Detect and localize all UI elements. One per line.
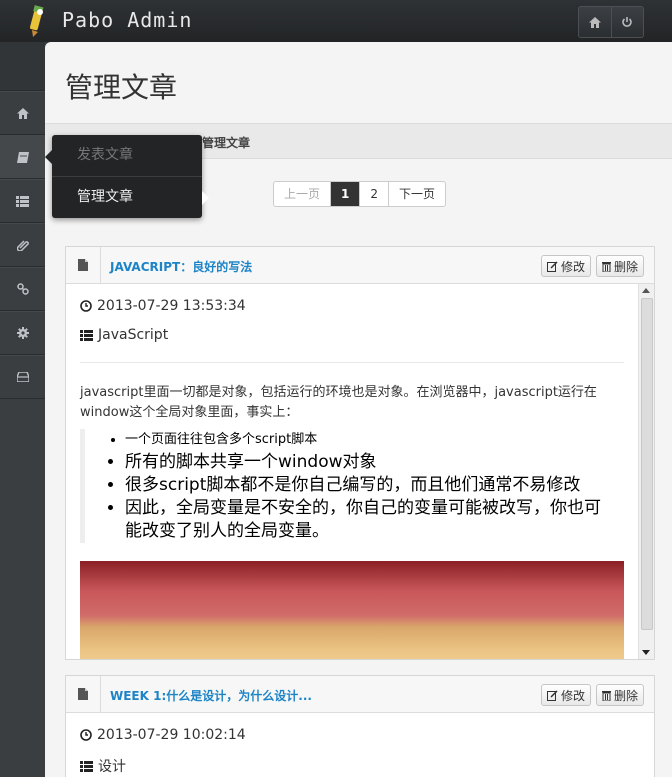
list-item: 很多script脚本都不是你自己编写的，而且他们通常不易修改 bbox=[125, 474, 615, 497]
sidebar-item-attachments[interactable] bbox=[0, 223, 45, 267]
top-button-group bbox=[578, 6, 644, 38]
brand-title: Pabo Admin bbox=[62, 8, 193, 32]
post-title-link[interactable]: JAVACRIPT：良好的写法 bbox=[110, 258, 252, 275]
paperclip-icon bbox=[16, 240, 29, 251]
delete-button[interactable]: 删除 bbox=[595, 684, 644, 706]
list-icon bbox=[80, 329, 93, 341]
sidebar-item-settings[interactable] bbox=[0, 311, 45, 355]
pencil-logo-icon bbox=[29, 5, 44, 37]
articles-flyout-menu: 发表文章 管理文章 bbox=[45, 135, 209, 218]
list-item: 因此，全局变量是不安全的，你自己的变量可能被改写，你也可能改变了别人的全局变量。 bbox=[125, 497, 615, 543]
document-icon bbox=[66, 247, 101, 283]
edit-label: 修改 bbox=[560, 688, 585, 703]
post-body: 2013-07-29 13:53:34 JavaScript javascrip… bbox=[66, 284, 654, 659]
trash-icon bbox=[601, 261, 611, 272]
book-icon bbox=[16, 151, 29, 163]
edit-button[interactable]: 修改 bbox=[540, 255, 591, 277]
post-datetime-text: 2013-07-29 13:53:34 bbox=[97, 298, 246, 314]
link-icon bbox=[16, 283, 29, 295]
delete-label: 删除 bbox=[613, 688, 638, 703]
post-category: 设计 bbox=[80, 756, 640, 776]
divider bbox=[80, 362, 624, 363]
power-icon bbox=[622, 17, 633, 27]
post-category-text: 设计 bbox=[98, 759, 126, 775]
post-category-text: JavaScript bbox=[98, 327, 169, 343]
page-1-button[interactable]: 1 bbox=[330, 182, 360, 206]
menu-active-pointer bbox=[202, 191, 209, 205]
home-icon bbox=[588, 16, 601, 28]
document-icon bbox=[66, 676, 101, 712]
post-card: JAVACRIPT：良好的写法 修改 删除 2013-07-29 13:53:3… bbox=[65, 246, 655, 660]
power-button[interactable] bbox=[610, 7, 644, 37]
post-datetime: 2013-07-29 10:02:14 bbox=[80, 727, 640, 743]
post-image bbox=[80, 561, 624, 659]
edit-button[interactable]: 修改 bbox=[540, 684, 591, 706]
post-card-header: WEEK 1:什么是设计，为什么设计... 修改 删除 bbox=[66, 676, 654, 713]
sidebar-item-home[interactable] bbox=[0, 91, 45, 135]
list-icon bbox=[16, 195, 29, 207]
scroll-thumb[interactable] bbox=[641, 298, 653, 630]
breadcrumb: 管理文章 bbox=[202, 136, 251, 150]
page-title: 管理文章 bbox=[65, 71, 178, 104]
prev-page-button[interactable]: 上一页 bbox=[274, 182, 330, 206]
menu-pointer bbox=[45, 150, 52, 164]
post-paragraph: javascript里面一切都是对象，包括运行的环境也是对象。在浏览器中，jav… bbox=[80, 385, 597, 420]
trash-icon bbox=[601, 690, 611, 701]
sidebar bbox=[0, 42, 45, 777]
sidebar-item-articles[interactable] bbox=[0, 135, 45, 179]
post-blockquote: 一个页面往往包含多个script脚本 所有的脚本共享一个window对象 很多s… bbox=[80, 429, 615, 543]
delete-label: 删除 bbox=[613, 259, 638, 274]
list-icon bbox=[80, 760, 93, 772]
list-item: 一个页面往往包含多个script脚本 bbox=[125, 429, 615, 451]
clock-icon bbox=[80, 729, 92, 741]
post-title-link[interactable]: WEEK 1:什么是设计，为什么设计... bbox=[110, 687, 312, 704]
delete-button[interactable]: 删除 bbox=[595, 255, 644, 277]
post-datetime-text: 2013-07-29 10:02:14 bbox=[97, 727, 246, 743]
edit-label: 修改 bbox=[560, 259, 585, 274]
post-datetime: 2013-07-29 13:53:34 bbox=[80, 298, 640, 314]
next-page-button[interactable]: 下一页 bbox=[388, 182, 445, 206]
menu-item-publish-article[interactable]: 发表文章 bbox=[52, 135, 202, 177]
home-button[interactable] bbox=[579, 7, 611, 37]
post-card-header: JAVACRIPT：良好的写法 修改 删除 bbox=[66, 247, 654, 284]
pagination: 上一页 1 2 下一页 bbox=[273, 181, 447, 207]
scroll-down-arrow[interactable] bbox=[642, 650, 650, 655]
inbox-icon bbox=[16, 372, 29, 382]
top-bar: Pabo Admin bbox=[0, 0, 672, 42]
gear-icon bbox=[16, 327, 29, 339]
sidebar-item-links[interactable] bbox=[0, 267, 45, 311]
page-2-button[interactable]: 2 bbox=[359, 182, 388, 206]
edit-icon bbox=[546, 689, 558, 701]
sidebar-item-inbox[interactable] bbox=[0, 355, 45, 399]
post-body: 2013-07-29 10:02:14 设计 bbox=[66, 713, 654, 777]
post-scrollbar[interactable] bbox=[638, 284, 654, 659]
post-category: JavaScript bbox=[80, 327, 640, 343]
list-item: 所有的脚本共享一个window对象 bbox=[125, 451, 615, 474]
sidebar-item-list[interactable] bbox=[0, 179, 45, 223]
sidebar-top bbox=[0, 42, 45, 91]
clock-icon bbox=[80, 300, 92, 312]
post-card: WEEK 1:什么是设计，为什么设计... 修改 删除 2013-07-29 1… bbox=[65, 675, 655, 777]
scroll-up-arrow[interactable] bbox=[642, 288, 650, 293]
home-icon bbox=[16, 107, 29, 119]
edit-icon bbox=[546, 260, 558, 272]
menu-item-manage-articles[interactable]: 管理文章 bbox=[52, 177, 202, 218]
